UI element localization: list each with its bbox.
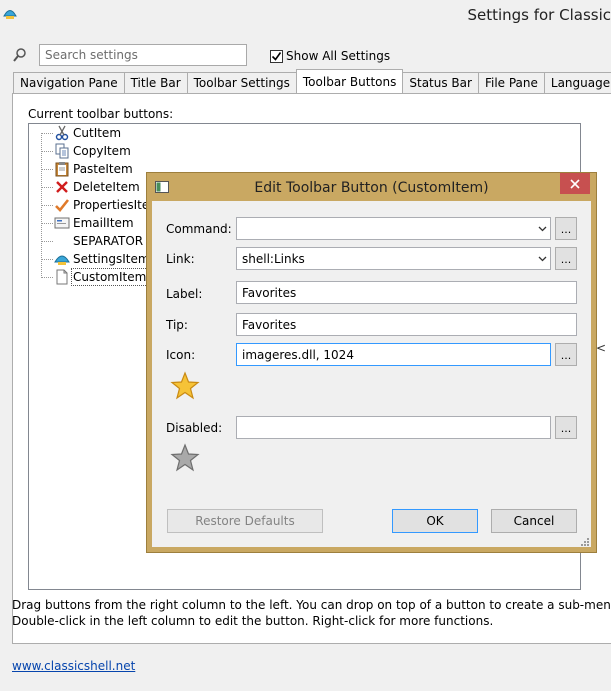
dialog-title: Edit Toolbar Button (CustomItem): [254, 180, 489, 196]
tree-item-label: EmailItem: [73, 216, 134, 230]
tree-item-label: CutItem: [73, 126, 122, 140]
search-input[interactable]: [40, 45, 246, 65]
close-button[interactable]: [560, 173, 590, 194]
show-all-settings-checkbox[interactable]: Show All Settings: [270, 48, 390, 64]
tree-item-label: DeleteItem: [73, 180, 140, 194]
label-field[interactable]: [236, 281, 577, 304]
red-x-icon: [54, 179, 70, 195]
disabled-field[interactable]: [236, 416, 551, 439]
dialog-body: Command: ... Link: shell:Links ... Label…: [152, 201, 591, 547]
tree-connector: [41, 241, 53, 242]
disabled-label: Disabled:: [166, 421, 223, 435]
tree-item-label: CopyItem: [73, 144, 131, 158]
tree-connector: [41, 151, 53, 152]
search-input-box[interactable]: [39, 44, 247, 66]
tree-item-paste[interactable]: PasteItem: [54, 160, 133, 178]
tree-item-delete[interactable]: DeleteItem: [54, 178, 140, 196]
gray-star-icon: [170, 443, 200, 473]
tip-input[interactable]: [237, 314, 576, 335]
command-browse-button[interactable]: ...: [555, 217, 577, 240]
close-icon: [570, 178, 580, 189]
tree-item-label: CustomItem: [70, 268, 149, 286]
tab-title-bar[interactable]: Title Bar: [123, 72, 188, 93]
tree-connector: [41, 205, 53, 206]
link-value: shell:Links: [242, 251, 305, 266]
tree-item-separator[interactable]: SEPARATOR: [54, 232, 143, 250]
tree-item-properties[interactable]: PropertiesItem: [54, 196, 161, 214]
link-combo[interactable]: shell:Links: [236, 247, 551, 270]
tab-language[interactable]: Language: [543, 72, 611, 93]
command-combo[interactable]: [236, 217, 551, 240]
tree-item-label: PasteItem: [73, 162, 133, 176]
tree-item-settings[interactable]: SettingsItem: [54, 250, 150, 268]
cancel-button[interactable]: Cancel: [491, 509, 577, 533]
tab-file-pane[interactable]: File Pane: [477, 72, 545, 93]
tree-item-copy[interactable]: CopyItem: [54, 142, 131, 160]
tab-strip: Navigation Pane Title Bar Toolbar Settin…: [13, 69, 611, 93]
search-icon[interactable]: [12, 47, 28, 63]
blank-document-icon: [54, 269, 70, 285]
link-label: Link:: [166, 252, 195, 266]
gold-star-icon: [170, 371, 200, 401]
tab-toolbar-settings[interactable]: Toolbar Settings: [186, 72, 297, 93]
tree-item-email[interactable]: EmailItem: [54, 214, 134, 232]
label-label: Label:: [166, 287, 203, 301]
edit-toolbar-button-dialog: Edit Toolbar Button (CustomItem) Command…: [146, 172, 597, 553]
checkbox-checked[interactable]: [270, 49, 283, 63]
hint-text: Drag buttons from the right column to th…: [12, 598, 611, 612]
scissors-icon: [54, 125, 70, 141]
tree-connector: [41, 169, 53, 170]
tab-toolbar-buttons[interactable]: Toolbar Buttons: [295, 69, 404, 93]
tree-connector: [41, 187, 53, 188]
label-input[interactable]: [237, 282, 576, 303]
tree-label: Current toolbar buttons:: [28, 107, 174, 121]
app-shell-icon: [3, 7, 17, 21]
tree-connector: [41, 223, 53, 224]
hint-text: Double-click in the left column to edit …: [12, 614, 494, 628]
move-left-arrow-icon: <: [596, 341, 607, 355]
copy-icon: [54, 143, 70, 159]
empty-icon: [54, 233, 70, 249]
tip-label: Tip:: [166, 318, 188, 332]
disabled-input[interactable]: [237, 417, 550, 438]
tree-connector: [41, 133, 53, 134]
ok-button[interactable]: OK: [392, 509, 478, 533]
icon-browse-button[interactable]: ...: [555, 343, 577, 366]
tree-item-custom[interactable]: CustomItem: [54, 268, 149, 286]
tree-connector: [41, 259, 53, 260]
icon-field[interactable]: [236, 343, 551, 366]
chevron-down-icon[interactable]: [534, 248, 550, 269]
checkmark-icon: [54, 197, 70, 213]
envelope-icon: [54, 215, 70, 231]
icon-input[interactable]: [237, 344, 550, 365]
icon-label: Icon:: [166, 348, 196, 362]
clipboard-icon: [54, 161, 70, 177]
link-browse-button[interactable]: ...: [555, 247, 577, 270]
tree-connector: [41, 277, 53, 278]
website-link[interactable]: www.classicshell.net: [12, 659, 135, 673]
tree-item-label: SEPARATOR: [73, 234, 144, 248]
command-label: Command:: [166, 222, 232, 236]
tip-field[interactable]: [236, 313, 577, 336]
tab-status-bar[interactable]: Status Bar: [402, 72, 479, 93]
resize-grip-icon[interactable]: [579, 535, 589, 546]
restore-defaults-button[interactable]: Restore Defaults: [167, 509, 323, 533]
shell-icon: [54, 251, 70, 267]
show-all-settings-label: Show All Settings: [286, 49, 391, 63]
disabled-browse-button[interactable]: ...: [555, 416, 577, 439]
window-title: Settings for Classic: [467, 6, 611, 24]
tree-item-label: SettingsItem: [73, 252, 150, 266]
tree-item-cut[interactable]: CutItem: [54, 124, 121, 142]
tab-navigation-pane[interactable]: Navigation Pane: [13, 72, 125, 93]
chevron-down-icon[interactable]: [534, 218, 550, 239]
